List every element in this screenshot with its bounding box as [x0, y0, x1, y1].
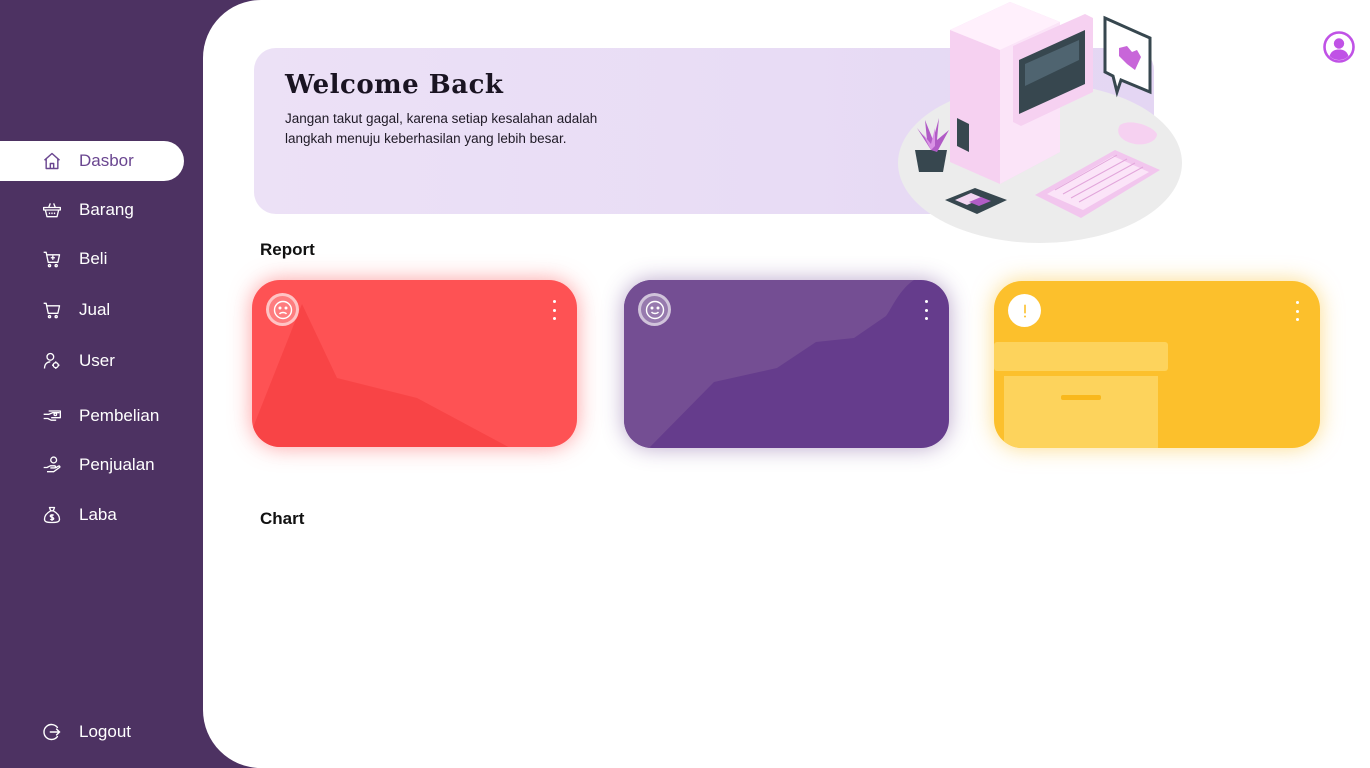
card-wave-decoration: [624, 280, 914, 448]
logout-icon: [41, 721, 63, 743]
cart-icon: [41, 299, 63, 321]
sidebar-item-label: Jual: [79, 300, 111, 319]
sidebar-item-label: Laba: [79, 505, 117, 524]
report-card[interactable]: [994, 281, 1320, 448]
box-decoration: [994, 342, 1168, 448]
sidebar-item-label: User: [79, 351, 115, 370]
welcome-title: Welcome Back: [285, 70, 504, 100]
sidebar-item-jual[interactable]: Jual: [0, 290, 184, 330]
report-title: Report: [260, 240, 315, 259]
sidebar-item-beli[interactable]: Beli: [0, 239, 184, 279]
hand-money-icon: [41, 405, 63, 427]
logout-button[interactable]: Logout: [0, 712, 184, 752]
sidebar-item-label: Barang: [79, 200, 134, 219]
exclamation-icon: [1008, 294, 1041, 327]
sad-face-icon: [266, 293, 299, 326]
sidebar-item-barang[interactable]: Barang: [0, 190, 184, 230]
home-icon: [41, 150, 63, 172]
sidebar-item-label: Penjualan: [79, 455, 155, 474]
sidebar-item-dasbor[interactable]: Dasbor: [0, 141, 184, 181]
card-menu-icon[interactable]: [1292, 301, 1302, 321]
card-menu-icon[interactable]: [921, 300, 931, 320]
sidebar-item-laba[interactable]: Laba: [0, 495, 184, 535]
sidebar: Dasbor Barang Beli Jual User Pembelian P…: [0, 0, 204, 768]
card-wave-decoration: [252, 304, 509, 447]
user-gear-icon: [41, 350, 63, 372]
report-card[interactable]: [624, 280, 949, 448]
hand-give-icon: [41, 454, 63, 476]
money-bag-icon: [41, 504, 63, 526]
user-avatar-icon[interactable]: [1323, 31, 1355, 63]
sidebar-item-penjualan[interactable]: Penjualan: [0, 445, 184, 485]
chart-title: Chart: [260, 509, 305, 528]
sidebar-item-label: Dasbor: [79, 151, 134, 170]
smile-face-icon: [638, 293, 671, 326]
sidebar-item-label: Beli: [79, 249, 108, 268]
basket-icon: [41, 199, 63, 221]
welcome-text: Jangan takut gagal, karena setiap kesala…: [285, 111, 598, 146]
report-card[interactable]: [252, 280, 577, 447]
sidebar-item-label: Pembelian: [79, 406, 160, 425]
computer-illustration: [898, 2, 1182, 243]
logout-label: Logout: [79, 722, 131, 741]
cart-plus-icon: [41, 248, 63, 270]
sidebar-item-pembelian[interactable]: Pembelian: [0, 396, 184, 436]
sidebar-item-user[interactable]: User: [0, 341, 184, 381]
main-panel: Welcome Back Jangan takut gagal, karena …: [203, 0, 1370, 768]
card-menu-icon[interactable]: [549, 300, 559, 320]
